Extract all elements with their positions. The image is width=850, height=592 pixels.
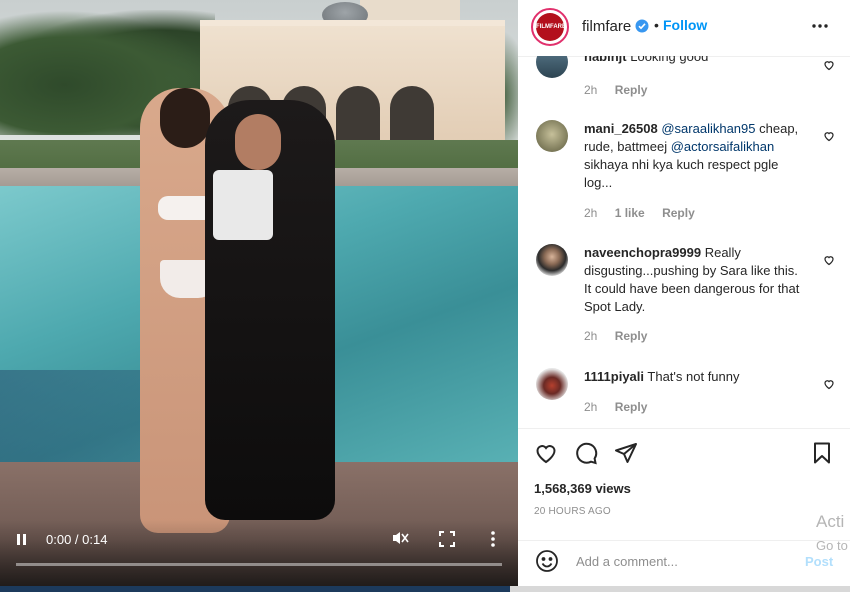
heart-icon[interactable] (823, 58, 835, 71)
post-actions (518, 428, 850, 477)
comment-text: nabinjt Looking good (584, 56, 804, 66)
comment-username[interactable]: naveenchopra9999 (584, 245, 701, 260)
bookmark-icon[interactable] (810, 441, 834, 465)
comment-body: sikhaya nhi kya kuch respect pgle log... (584, 157, 779, 190)
taskbar-edge (0, 586, 850, 592)
reply-button[interactable]: Reply (662, 206, 695, 220)
avatar[interactable]: FILMFARE (531, 8, 569, 46)
comment-username[interactable]: 1111piyali (584, 369, 644, 384)
post-side-panel: FILMFARE filmfare • Follow nabinjt Looki… (518, 0, 850, 592)
video-player[interactable]: 0:00 / 0:14 (0, 0, 518, 592)
comment-username[interactable]: nabinjt (584, 56, 627, 64)
comment-meta: 2h Reply (584, 83, 661, 97)
heart-icon[interactable] (823, 129, 835, 142)
comment-likes[interactable]: 1 like (615, 206, 645, 220)
avatar[interactable] (536, 56, 568, 78)
comment-text: mani_26508 @saraalikhan95 cheap, rude, b… (584, 120, 804, 192)
comment-meta: 2h Reply (584, 329, 661, 343)
verified-badge-icon (635, 19, 649, 33)
comment-time[interactable]: 2h (584, 329, 597, 343)
avatar[interactable] (536, 368, 568, 400)
comments-list[interactable]: nabinjt Looking good 2h Reply mani_26508… (518, 56, 850, 428)
share-icon[interactable] (614, 441, 638, 465)
reply-button[interactable]: Reply (615, 83, 648, 97)
comment-text: naveenchopra9999 Really disgusting...pus… (584, 244, 804, 316)
comment-meta: 2h 1 like Reply (584, 206, 709, 220)
heart-icon[interactable] (534, 441, 558, 465)
comment-time[interactable]: 2h (584, 206, 597, 220)
brand-logo: FILMFARE (536, 13, 566, 41)
header-separator: • (654, 17, 659, 33)
reply-button[interactable]: Reply (615, 329, 648, 343)
reply-button[interactable]: Reply (615, 400, 648, 414)
pause-icon[interactable] (14, 532, 30, 548)
windows-activation-watermark-sub: Go to (816, 538, 848, 553)
heart-icon[interactable] (823, 377, 835, 390)
comment-time[interactable]: 2h (584, 83, 597, 97)
emoji-icon[interactable] (535, 549, 559, 573)
avatar[interactable] (536, 120, 568, 152)
post-timestamp[interactable]: 20 HOURS AGO (534, 506, 611, 517)
post-username[interactable]: filmfare (582, 18, 631, 35)
comment-body: That's not funny (647, 369, 740, 384)
post-header: FILMFARE filmfare • Follow (518, 0, 850, 57)
comment-text: 1111piyali That's not funny (584, 368, 804, 386)
add-comment-bar: Post (518, 540, 850, 583)
video-frame-person-right (205, 100, 335, 520)
comment-mention[interactable]: @actorsaifalikhan (671, 139, 775, 154)
more-vertical-icon[interactable] (486, 529, 500, 549)
video-time: 0:00 / 0:14 (46, 532, 108, 547)
follow-button[interactable]: Follow (663, 17, 707, 33)
avatar[interactable] (536, 244, 568, 276)
comment-icon[interactable] (574, 441, 598, 465)
fullscreen-icon[interactable] (438, 530, 456, 548)
windows-activation-watermark: Acti (816, 512, 845, 531)
comment-time[interactable]: 2h (584, 400, 597, 414)
more-horizontal-icon[interactable] (810, 16, 830, 36)
heart-icon[interactable] (823, 253, 835, 266)
mute-icon[interactable] (390, 528, 410, 548)
view-count[interactable]: 1,568,369 views (534, 481, 631, 496)
post-button[interactable]: Post (805, 554, 833, 569)
comment-meta: 2h Reply (584, 400, 661, 414)
video-progress-bar[interactable] (16, 563, 502, 566)
comment-username[interactable]: mani_26508 (584, 121, 658, 136)
comment-mention[interactable]: @saraalikhan95 (661, 121, 755, 136)
comment-input[interactable] (574, 553, 798, 570)
comment-body: Looking good (630, 56, 709, 64)
